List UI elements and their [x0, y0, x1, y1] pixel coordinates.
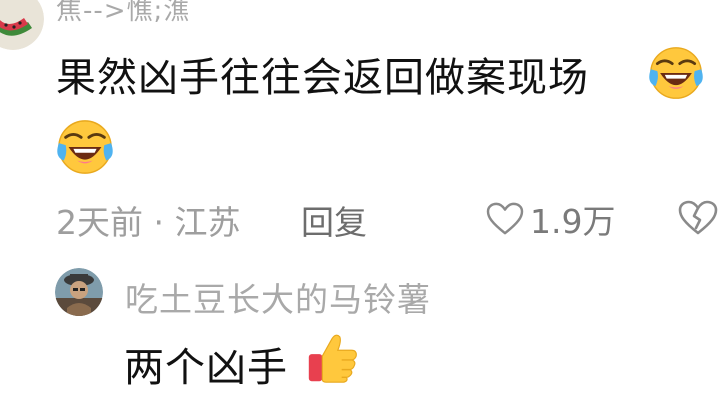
commenter-username[interactable]: 焦-->憔;潐 [56, 0, 190, 27]
reply-text: 两个凶手 [124, 345, 288, 391]
replier-username[interactable]: 吃土豆长大的马铃薯 [125, 273, 431, 321]
heart-outline-icon [486, 202, 524, 235]
reply-button[interactable]: 回复 [301, 196, 367, 244]
comment-time-location: 2天前 · 江苏 [56, 203, 241, 242]
laughing-crying-emoji-icon [648, 45, 704, 101]
like-button[interactable]: 1.9万 [486, 196, 615, 242]
thumbs-up-emoji-icon [303, 329, 361, 387]
comment-meta-row: 2天前 · 江苏 回复 1.9万 [56, 194, 720, 244]
comment-text: 果然凶手往往会返回做案现场 [56, 55, 589, 101]
laughing-crying-emoji-icon [56, 118, 114, 176]
comment-thread: 焦-->憔;潐 果然凶手往往会返回做案现场 2天前 · 江苏 回复 1.9万 吃… [0, 0, 720, 405]
replier-avatar[interactable] [55, 268, 103, 316]
broken-heart-icon [678, 200, 718, 235]
dislike-button[interactable] [678, 200, 718, 236]
commenter-avatar[interactable] [0, 0, 44, 50]
like-count: 1.9万 [530, 202, 616, 241]
